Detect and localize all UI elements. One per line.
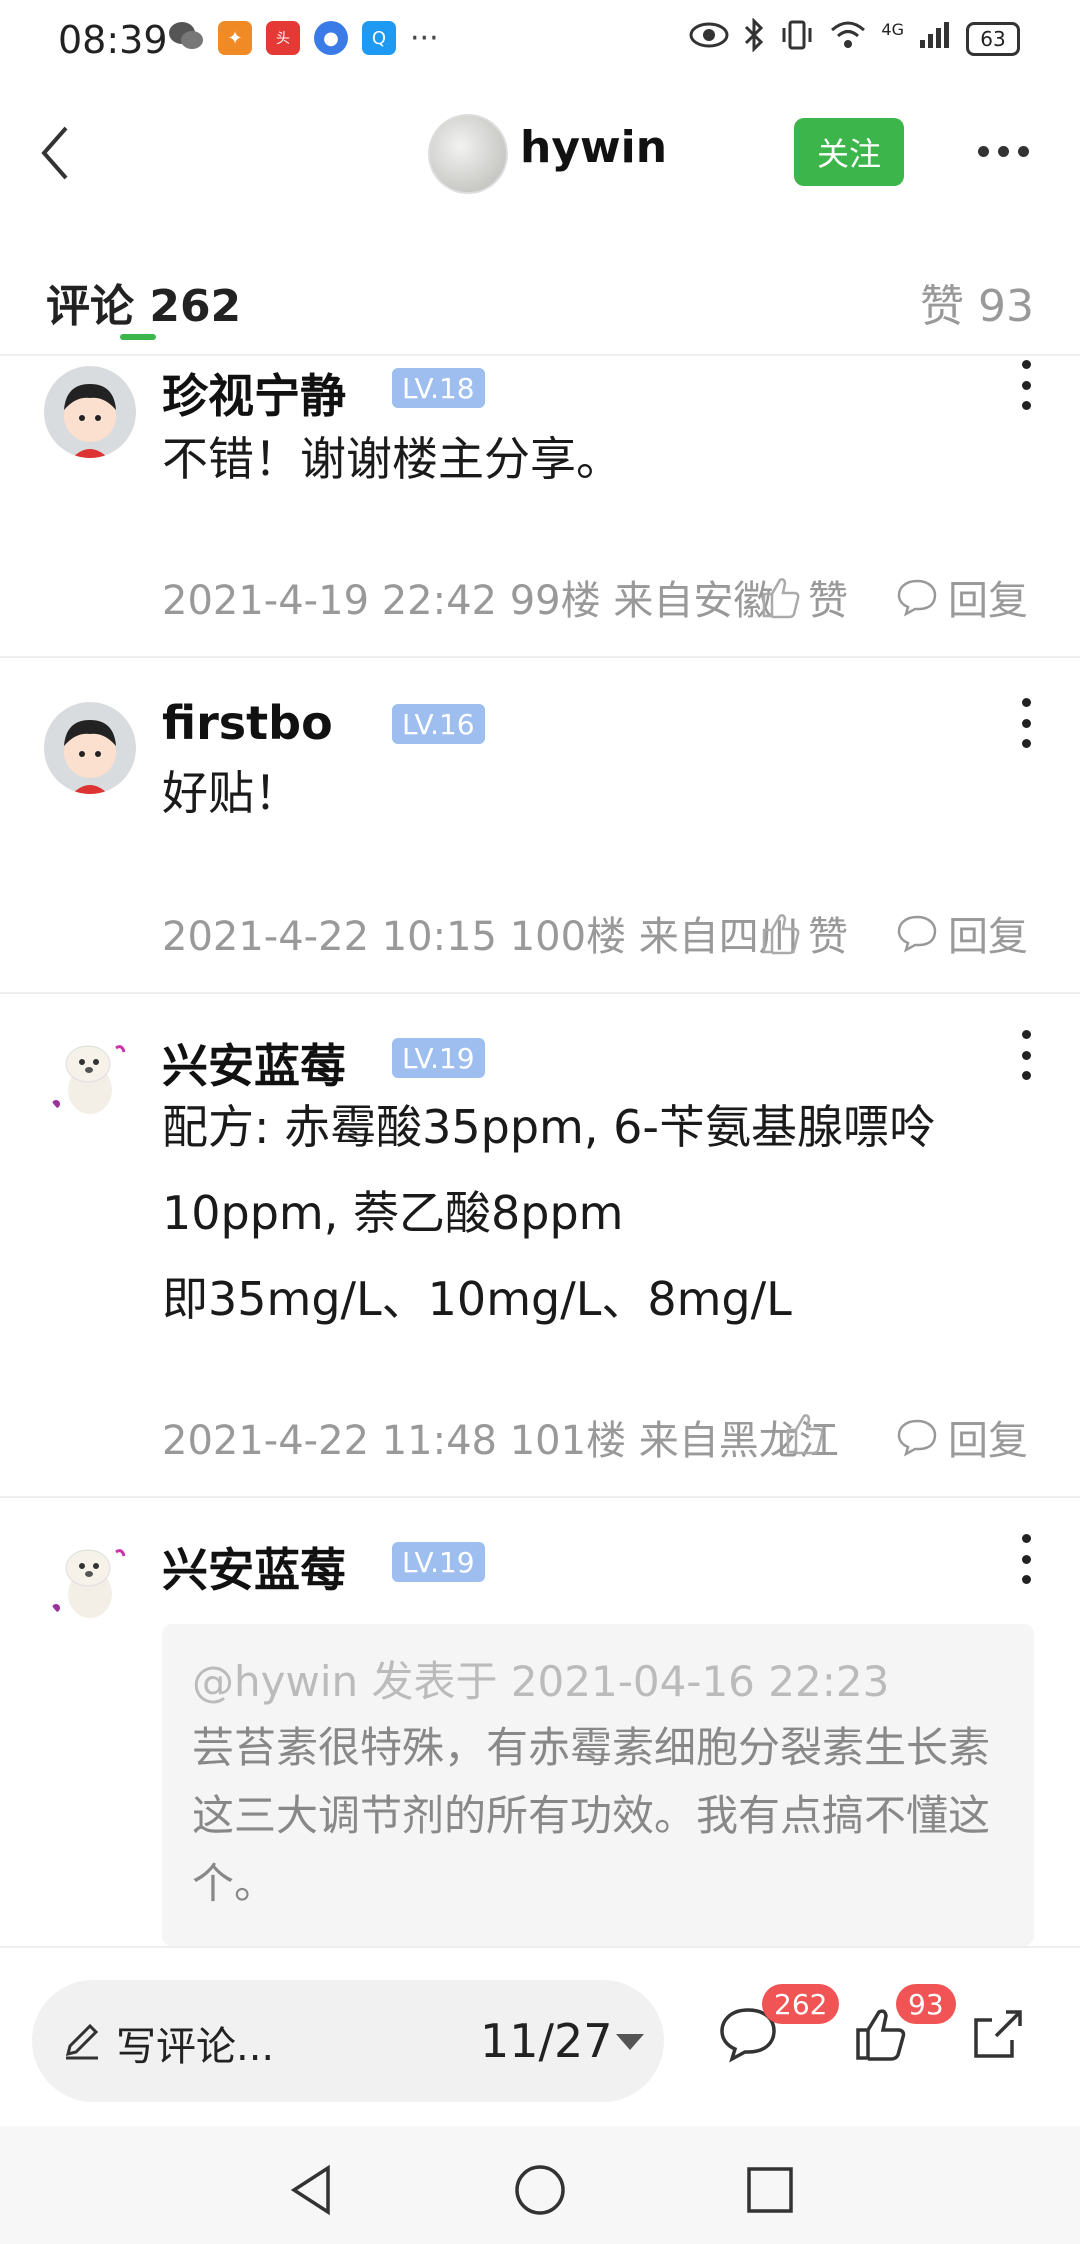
eye-icon bbox=[689, 21, 729, 57]
network-type: 4G bbox=[881, 19, 904, 39]
commenter-avatar[interactable] bbox=[44, 1030, 136, 1122]
nav-back-icon[interactable] bbox=[284, 2162, 340, 2218]
commenter-avatar[interactable] bbox=[44, 366, 136, 458]
comment-more-icon[interactable] bbox=[1018, 1030, 1034, 1080]
wechat-icon bbox=[168, 20, 204, 56]
reply-button[interactable]: 回复 bbox=[896, 1408, 1028, 1466]
more-options-icon[interactable] bbox=[978, 136, 1038, 166]
bottom-action-bar: 写评论... 11/27 262 93 bbox=[0, 1946, 1080, 2128]
notification-icons: ✦ 头 ● Q ··· bbox=[168, 20, 439, 56]
like-label: 赞 bbox=[808, 914, 848, 960]
page-dropdown-icon[interactable] bbox=[616, 2034, 644, 2050]
like-button[interactable]: 赞 bbox=[762, 568, 848, 626]
reply-icon bbox=[897, 579, 937, 617]
top-bar: hywin 关注 bbox=[0, 100, 1080, 210]
comment-item: 兴安蓝莓 LV.19 配方: 赤霉酸35ppm, 6-苄氨基腺嘌呤 10ppm,… bbox=[0, 994, 1080, 1498]
system-icons: 4G 63 bbox=[689, 17, 1020, 60]
tab-likes-count: 93 bbox=[978, 281, 1034, 332]
likes-badge: 93 bbox=[896, 1984, 956, 2024]
toutiao-icon: 头 bbox=[266, 21, 300, 55]
reply-label: 回复 bbox=[948, 578, 1028, 624]
level-badge: LV.16 bbox=[392, 704, 485, 744]
pen-icon bbox=[62, 2020, 102, 2060]
battery-icon: 63 bbox=[966, 22, 1020, 56]
like-label: 赞 bbox=[808, 578, 848, 624]
back-icon[interactable] bbox=[28, 118, 88, 188]
app-orange-icon: ✦ bbox=[218, 21, 252, 55]
commenter-avatar[interactable] bbox=[44, 1534, 136, 1626]
status-time: 08:39 bbox=[58, 18, 168, 62]
status-bar: 08:39 ✦ 头 ● Q ··· 4G 63 bbox=[0, 0, 1080, 82]
comment-more-icon[interactable] bbox=[1018, 1534, 1034, 1584]
comment-text: 配方: 赤霉酸35ppm, 6-苄氨基腺嘌呤 10ppm, 萘乙酸8ppm 即3… bbox=[162, 1084, 1042, 1342]
nav-recents-icon[interactable] bbox=[742, 2162, 798, 2218]
comment-text-line: 即35mg/L、10mg/L、8mg/L bbox=[162, 1272, 792, 1326]
quoted-post[interactable]: @hywin 发表于 2021-04-16 22:23 芸苔素很特殊，有赤霉素细… bbox=[162, 1624, 1034, 1946]
comment-input[interactable]: 写评论... 11/27 bbox=[32, 1980, 664, 2102]
quote-text: 芸苔素很特殊，有赤霉素细胞分裂素生长素这三大调节剂的所有功效。我有点搞不懂这个。 bbox=[192, 1723, 991, 1908]
tab-comments[interactable]: 评论 262 bbox=[46, 270, 241, 334]
comments-badge: 262 bbox=[762, 1984, 840, 2024]
author-name[interactable]: hywin bbox=[520, 122, 667, 173]
quote-header: @hywin 发表于 2021-04-16 22:23 bbox=[192, 1657, 890, 1706]
commenter-name[interactable]: firstbo bbox=[162, 696, 333, 750]
commenter-name[interactable]: 兴安蓝莓 bbox=[162, 1534, 346, 1600]
reply-icon bbox=[897, 1419, 937, 1457]
author-avatar[interactable] bbox=[428, 114, 508, 194]
commenter-avatar[interactable] bbox=[44, 702, 136, 794]
share-icon[interactable] bbox=[966, 2002, 1030, 2066]
level-badge: LV.18 bbox=[392, 368, 485, 408]
page-indicator[interactable]: 11/27 bbox=[480, 2014, 613, 2068]
comment-text-line: 10ppm, 萘乙酸8ppm bbox=[162, 1186, 624, 1240]
tab-likes[interactable]: 赞 93 bbox=[920, 270, 1034, 334]
comment-meta: 2021-4-22 11:48 101楼 来自黑龙江 bbox=[162, 1418, 839, 1464]
active-tab-indicator bbox=[120, 334, 156, 340]
comment-text-line: 配方: 赤霉酸35ppm, 6-苄氨基腺嘌呤 bbox=[162, 1100, 935, 1154]
search-app-icon: Q bbox=[362, 21, 396, 55]
signal-icon bbox=[918, 20, 952, 58]
tab-likes-label: 赞 bbox=[920, 281, 964, 332]
comment-input-placeholder: 写评论... bbox=[116, 2024, 275, 2070]
system-navigation-bar bbox=[0, 2126, 1080, 2244]
comment-more-icon[interactable] bbox=[1018, 698, 1034, 748]
comment-meta: 2021-4-19 22:42 99楼 来自安徽 bbox=[162, 578, 774, 624]
like-icon[interactable] bbox=[778, 1408, 828, 1462]
reply-label: 回复 bbox=[948, 1418, 1028, 1464]
comment-meta: 2021-4-22 10:15 100楼 来自四川 bbox=[162, 914, 799, 960]
comment-more-icon[interactable] bbox=[1018, 360, 1034, 410]
comment-tabs: 评论 262 赞 93 bbox=[0, 250, 1080, 356]
comment-item: 兴安蓝莓 LV.19 @hywin 发表于 2021-04-16 22:23 芸… bbox=[0, 1498, 1080, 1946]
level-badge: LV.19 bbox=[392, 1542, 485, 1582]
comment-text: 不错！谢谢楼主分享。 bbox=[162, 432, 622, 486]
vibrate-icon bbox=[779, 19, 815, 59]
comment-text: 好贴！ bbox=[162, 766, 300, 820]
like-button[interactable]: 赞 bbox=[762, 904, 848, 962]
level-badge: LV.19 bbox=[392, 1038, 485, 1078]
reply-icon bbox=[897, 915, 937, 953]
follow-button[interactable]: 关注 bbox=[794, 118, 904, 186]
more-notifications: ··· bbox=[410, 20, 439, 56]
comment-item: 珍视宁静 LV.18 不错！谢谢楼主分享。 2021-4-19 22:42 99… bbox=[0, 356, 1080, 658]
wifi-icon bbox=[829, 20, 867, 58]
reply-label: 回复 bbox=[948, 914, 1028, 960]
comment-item: firstbo LV.16 好贴！ 2021-4-22 10:15 100楼 来… bbox=[0, 658, 1080, 994]
reply-button[interactable]: 回复 bbox=[896, 568, 1028, 626]
bluetooth-icon bbox=[743, 17, 765, 60]
tab-comments-label: 评论 bbox=[46, 281, 134, 332]
browser-icon: ● bbox=[314, 21, 348, 55]
nav-home-icon[interactable] bbox=[512, 2162, 568, 2218]
reply-button[interactable]: 回复 bbox=[896, 904, 1028, 962]
tab-comments-count: 262 bbox=[149, 281, 242, 332]
